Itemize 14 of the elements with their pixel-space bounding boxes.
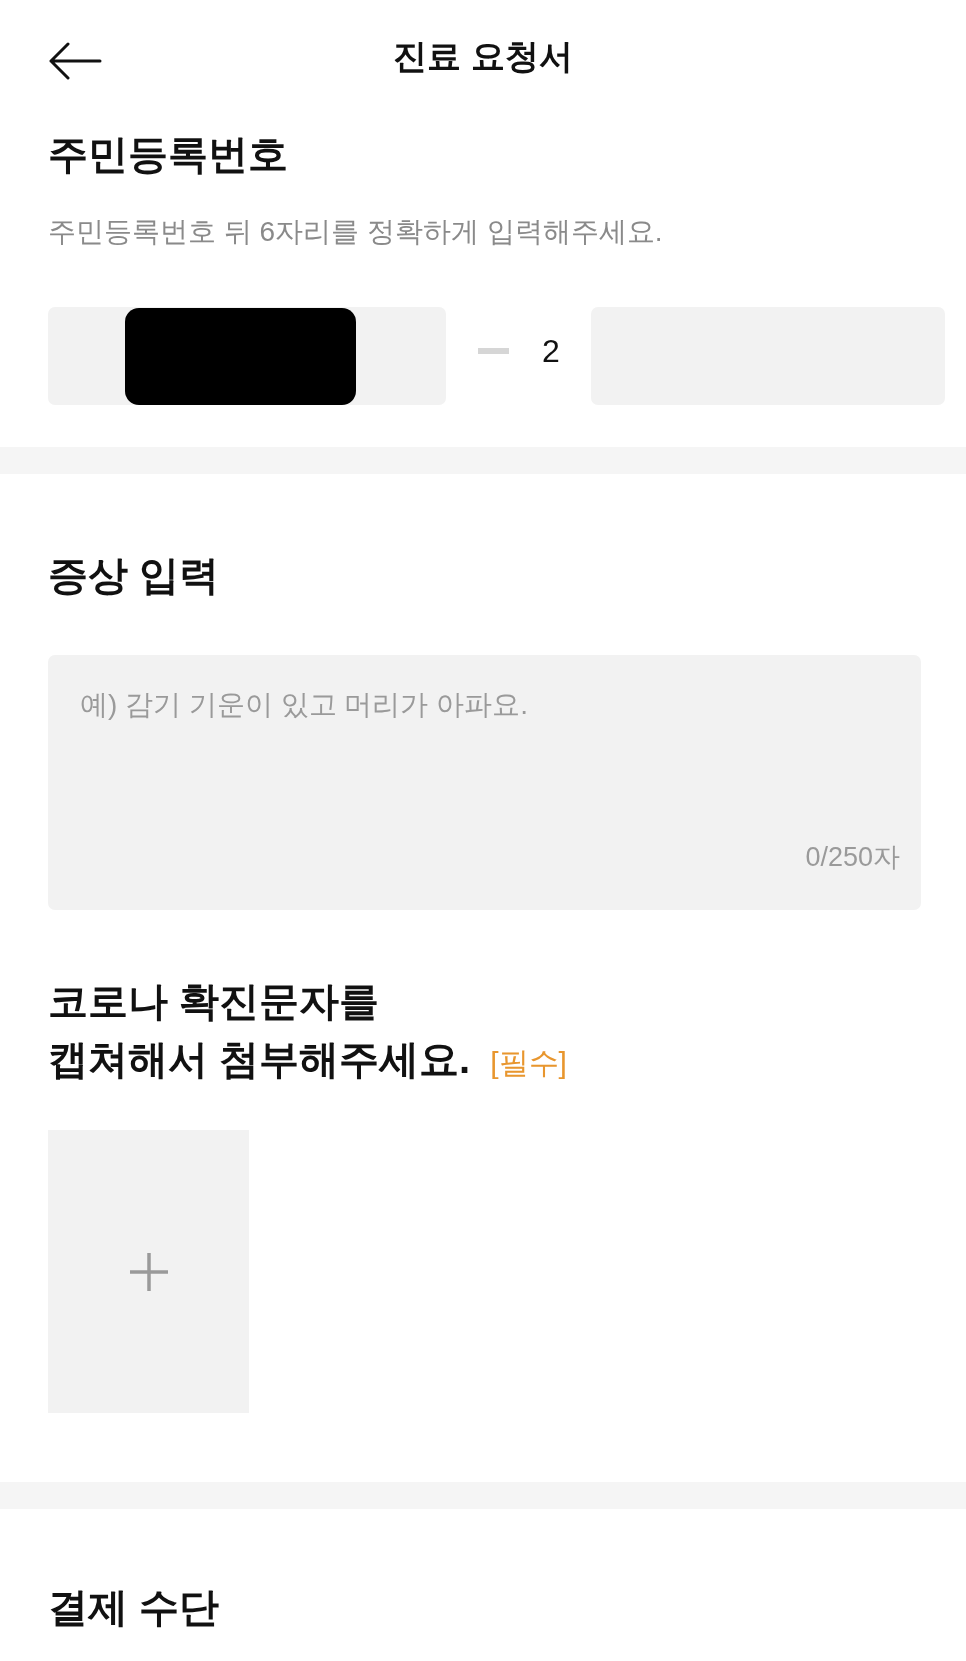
gender-digit: 2 [542,332,560,371]
required-tag: [필수] [490,1046,567,1079]
page-title: 진료 요청서 [393,36,573,77]
section-title: 주민등록번호 [48,131,289,178]
description-text: 주민등록번호 뒤 6자리를 정확하게 입력해주세요. [48,215,664,249]
back-button[interactable] [48,42,102,80]
back-arrow-icon [48,42,102,80]
section-title: 증상 입력 [48,552,221,599]
dash-separator [478,348,509,354]
id-front-field[interactable] [48,307,446,405]
section-title: 코로나 확진문자를 캡쳐해서 첨부해주세요. [48,979,471,1081]
char-counter: 0/250자 [805,841,900,874]
plus-icon [129,1252,168,1291]
section-title: 결제 수단 [48,1584,221,1631]
